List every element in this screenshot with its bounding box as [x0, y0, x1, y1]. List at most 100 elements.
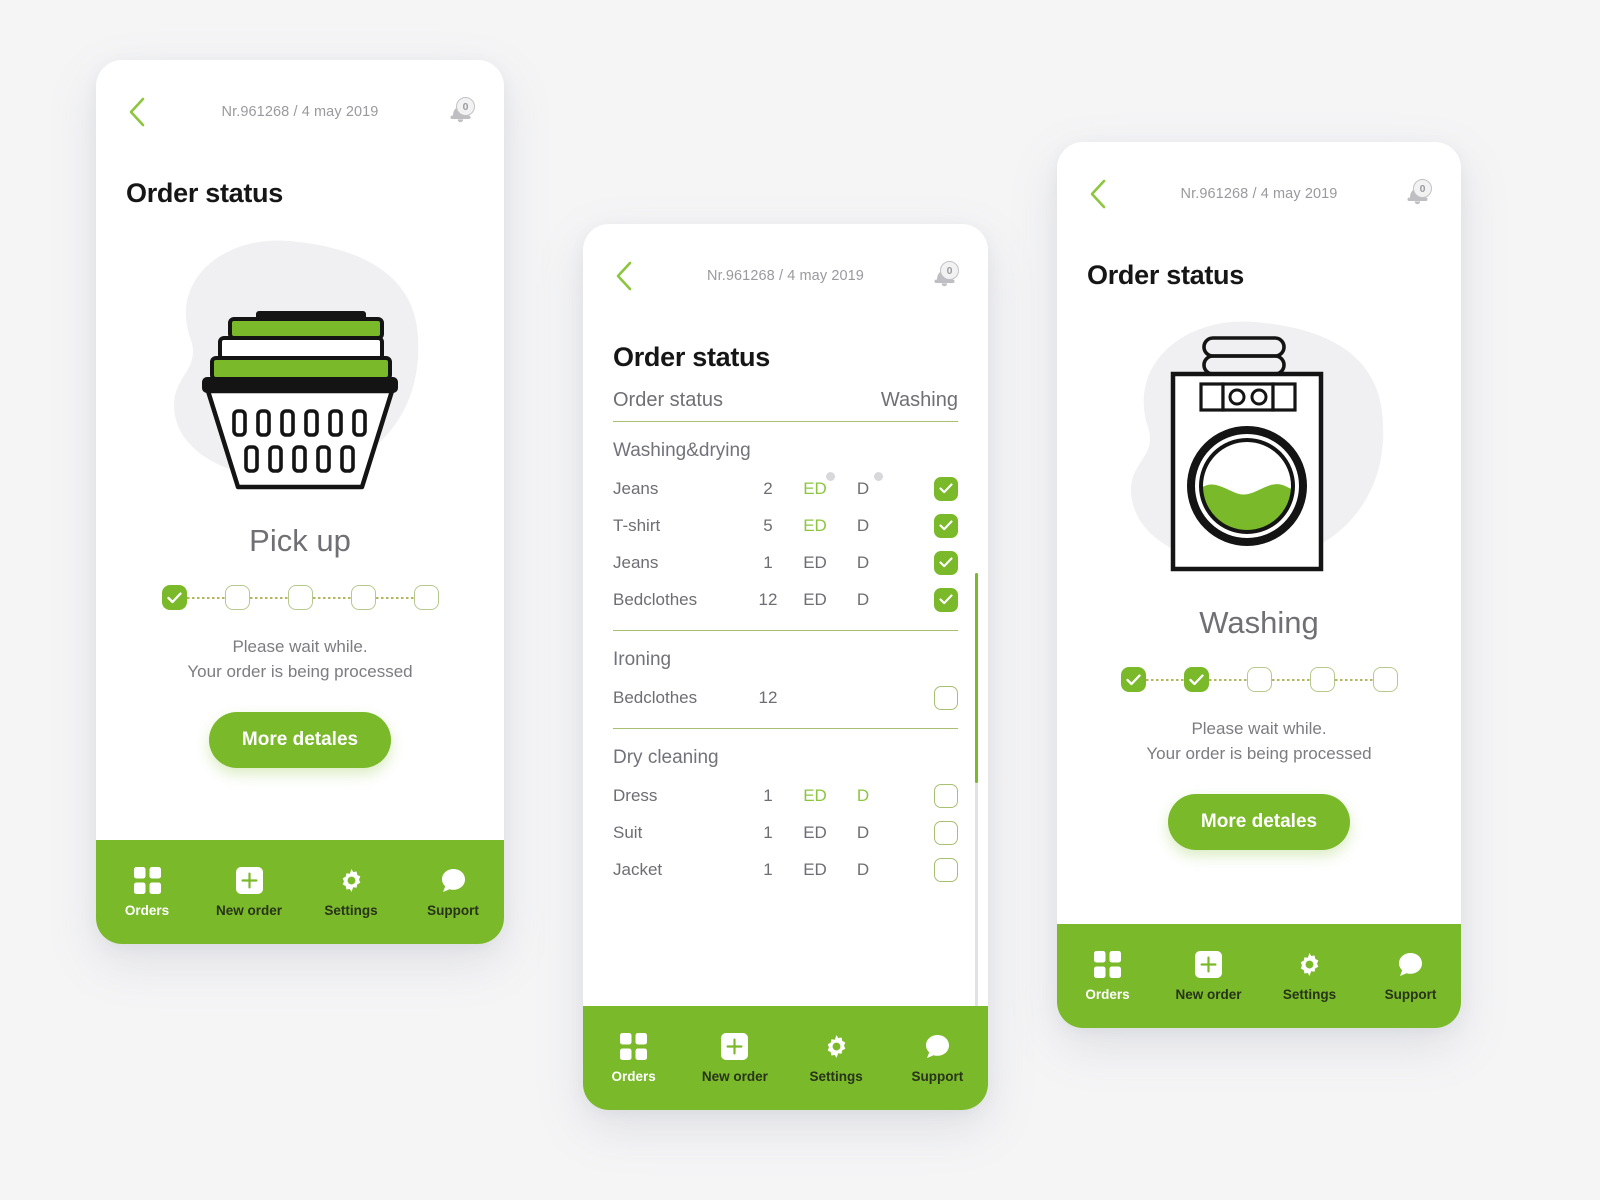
tab-orders[interactable]: Orders	[96, 866, 198, 918]
item-d-toggle[interactable]: D	[839, 590, 887, 610]
item-done-checkbox[interactable]	[934, 476, 958, 501]
item-ed-toggle[interactable]: ED	[791, 590, 839, 610]
item-done-checkbox[interactable]	[934, 783, 958, 808]
stepper-connector	[1208, 678, 1247, 681]
notifications-button[interactable]: 0	[1391, 177, 1432, 211]
tab-label: Support	[1384, 986, 1437, 1002]
gear-icon	[1300, 952, 1319, 976]
item-done-checkbox[interactable]	[934, 857, 958, 882]
tab-support[interactable]: Support	[887, 1033, 988, 1084]
item-done-checkbox[interactable]	[934, 587, 958, 612]
plus-square-icon	[235, 866, 263, 894]
tab-orders[interactable]: Orders	[583, 1032, 684, 1084]
item-quantity: 1	[763, 785, 773, 805]
item-d-toggle[interactable]: D	[839, 471, 887, 499]
phone-screen-pickup: Nr.961268 / 4 may 2019 0 Order status Pi…	[96, 60, 504, 944]
page-title: Order status	[613, 342, 770, 372]
item-done-checkbox[interactable]	[934, 685, 958, 710]
wait-message-line-2: Your order is being processed	[1146, 744, 1372, 763]
stepper-step-2[interactable]	[1183, 667, 1209, 692]
back-chevron-icon[interactable]	[1087, 177, 1109, 211]
order-progress-stepper	[1057, 667, 1461, 692]
item-quantity: 1	[763, 822, 773, 842]
grid-icon	[1094, 950, 1121, 978]
grid-icon	[133, 866, 161, 894]
check-icon	[1125, 673, 1141, 685]
item-d-toggle[interactable]: D	[839, 860, 887, 880]
tab-settings[interactable]: Settings	[1259, 951, 1360, 1002]
tab-new-order[interactable]: New order	[198, 866, 300, 918]
table-row: Suit 1 ED D	[613, 814, 958, 851]
stepper-step-5[interactable]	[413, 585, 439, 610]
item-quantity: 1	[763, 552, 773, 572]
page-title: Order status	[126, 178, 283, 208]
tab-label: Support	[427, 902, 479, 918]
more-details-button[interactable]: More detales	[1167, 794, 1351, 850]
notifications-button[interactable]: 0	[918, 259, 959, 293]
bottom-tabbar: Orders New order Settings Support	[1057, 924, 1461, 1028]
check-icon	[166, 591, 182, 603]
item-ed-toggle[interactable]: ED	[791, 860, 839, 880]
stepper-connector	[249, 596, 288, 599]
wait-message-line-1: Please wait while.	[1191, 719, 1327, 738]
tab-orders[interactable]: Orders	[1057, 950, 1158, 1002]
tab-new-order[interactable]: New order	[684, 1032, 785, 1084]
tab-label: Support	[911, 1068, 964, 1084]
stepper-step-3[interactable]	[1246, 667, 1272, 692]
stepper-step-5[interactable]	[1372, 667, 1398, 692]
tab-settings[interactable]: Settings	[786, 1033, 887, 1084]
tab-support[interactable]: Support	[1360, 951, 1461, 1002]
stepper-connector	[312, 596, 351, 599]
back-chevron-icon[interactable]	[613, 259, 635, 293]
item-name: Dress	[613, 785, 658, 805]
item-name: T-shirt	[613, 515, 661, 535]
item-ed-toggle[interactable]: ED	[791, 553, 839, 573]
d-dot-badge	[874, 471, 883, 481]
item-d-toggle[interactable]: D	[839, 786, 887, 806]
notifications-button[interactable]: 0	[434, 95, 475, 129]
order-progress-stepper	[96, 585, 504, 610]
back-chevron-icon[interactable]	[126, 95, 148, 129]
grid-icon	[620, 1032, 648, 1060]
app-header: Nr.961268 / 4 may 2019 0	[1057, 142, 1461, 246]
tab-label: Settings	[809, 1068, 863, 1084]
phone-screen-washing: Nr.961268 / 4 may 2019 0 Order status Wa…	[1057, 142, 1461, 1028]
stepper-step-4[interactable]	[350, 585, 376, 610]
item-ed-toggle[interactable]: ED	[791, 786, 839, 806]
stepper-step-1[interactable]	[161, 585, 187, 610]
item-name: Jacket	[613, 859, 663, 879]
item-name: Jeans	[613, 552, 659, 572]
stepper-step-2[interactable]	[224, 585, 250, 610]
item-ed-toggle[interactable]: ED	[791, 471, 839, 499]
item-quantity: 5	[763, 515, 773, 535]
table-row: Bedclothes 12	[613, 679, 958, 716]
item-name: Bedclothes	[613, 589, 698, 609]
stepper-step-1[interactable]	[1120, 667, 1146, 692]
tab-new-order[interactable]: New order	[1158, 950, 1259, 1002]
item-d-toggle[interactable]: D	[839, 516, 887, 536]
notification-count-badge: 0	[456, 97, 475, 116]
item-quantity: 12	[758, 589, 778, 609]
tab-support[interactable]: Support	[402, 867, 504, 918]
tab-label: New order	[1175, 986, 1242, 1002]
tab-label: New order	[701, 1068, 768, 1084]
stepper-step-4[interactable]	[1309, 667, 1335, 692]
item-ed-toggle[interactable]: ED	[791, 823, 839, 843]
item-done-checkbox[interactable]	[934, 513, 958, 538]
table-row: Jeans 1 ED D	[613, 544, 958, 581]
check-icon	[939, 483, 953, 494]
item-d-label: D	[856, 478, 870, 498]
item-ed-toggle[interactable]: ED	[791, 516, 839, 536]
stepper-connector	[1145, 678, 1184, 681]
more-details-button[interactable]: More detales	[208, 712, 392, 768]
tab-settings[interactable]: Settings	[300, 867, 402, 918]
item-done-checkbox[interactable]	[934, 820, 958, 845]
item-done-checkbox[interactable]	[934, 550, 958, 575]
item-d-toggle[interactable]: D	[839, 823, 887, 843]
item-d-toggle[interactable]: D	[839, 553, 887, 573]
list-scrollbar[interactable]	[975, 573, 978, 1039]
item-quantity: 1	[763, 859, 773, 879]
stepper-step-3[interactable]	[287, 585, 313, 610]
scrollbar-thumb[interactable]	[975, 573, 978, 783]
item-quantity: 2	[763, 478, 773, 498]
